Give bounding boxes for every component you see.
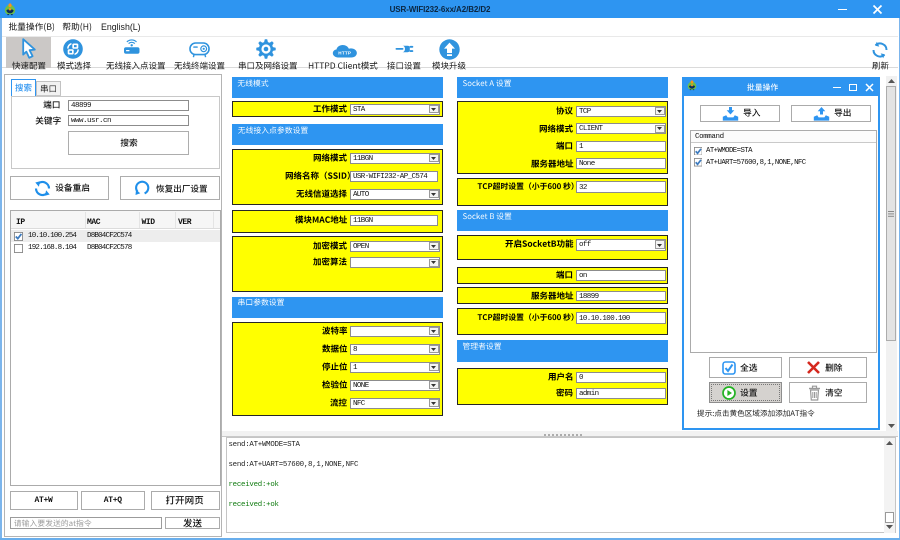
svg-text:HTTP: HTTP [338, 50, 351, 55]
